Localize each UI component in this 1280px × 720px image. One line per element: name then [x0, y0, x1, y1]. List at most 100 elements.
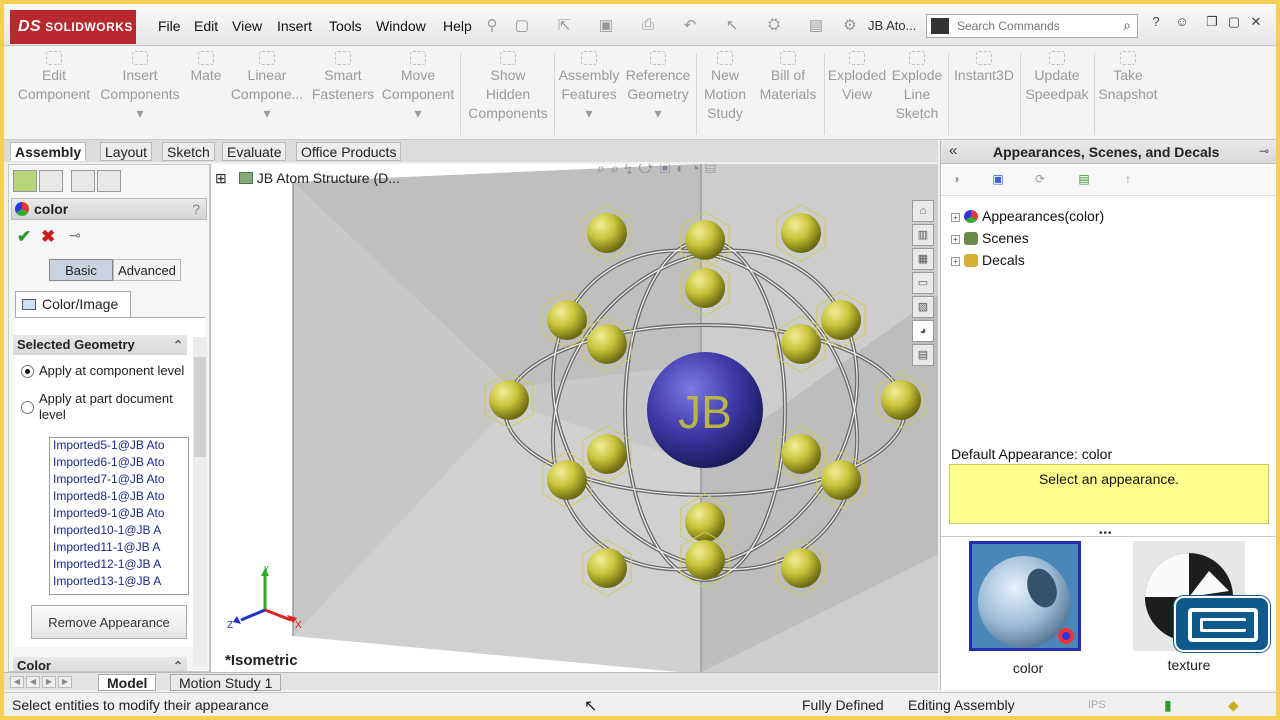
feature-tree-root[interactable]: ⊞ JB Atom Structure (D... [215, 170, 400, 187]
electron-sphere[interactable] [587, 213, 627, 253]
electron-sphere[interactable] [821, 460, 861, 500]
tree-item-decals[interactable]: + Decals [951, 252, 1025, 268]
menu-view[interactable]: View [232, 18, 262, 34]
electron-sphere[interactable] [587, 324, 627, 364]
quick-tips-icon[interactable]: ▮ [1164, 697, 1172, 714]
basic-mode-button[interactable]: Basic [49, 259, 113, 281]
scrollbar-thumb[interactable] [194, 357, 206, 457]
menu-insert[interactable]: Insert [277, 18, 312, 34]
open-folder-icon[interactable]: ▣ [989, 172, 1007, 188]
search-icon[interactable]: ⌕ [1123, 17, 1131, 34]
move-component-button[interactable]: Move Component ▾ [378, 51, 458, 123]
search-commands-field[interactable]: Search Commands ⌕ [926, 14, 1138, 38]
electron-sphere[interactable] [547, 300, 587, 340]
apply-part-level-radio[interactable] [21, 401, 34, 414]
geometry-list-item[interactable]: Imported11-1@JB A [50, 540, 188, 557]
view-palette-icon[interactable]: ▧ [912, 296, 934, 318]
menu-help[interactable]: Help [443, 18, 472, 34]
up-arrow-icon[interactable]: ↑ [1119, 172, 1137, 188]
atom-model-view[interactable]: JB [211, 164, 938, 672]
last-tab-arrow-icon[interactable]: ▶ [58, 676, 72, 688]
geometry-list-item[interactable]: Imported5-1@JB Ato [50, 438, 188, 455]
selected-geometry-header[interactable]: Selected Geometry ⌃ [13, 335, 187, 355]
swatch-color[interactable]: color [969, 541, 1081, 676]
geometry-list-item[interactable]: Imported8-1@JB Ato [50, 489, 188, 506]
menu-window[interactable]: Window [376, 18, 426, 34]
tab-model[interactable]: Model [98, 674, 157, 691]
expand-icon[interactable]: + [951, 257, 960, 266]
menu-tools[interactable]: Tools [329, 18, 362, 34]
tab-layout[interactable]: Layout [100, 142, 153, 161]
reference-geometry-button[interactable]: Reference Geometry ▾ [624, 51, 692, 123]
tab-motion-study[interactable]: Motion Study 1 [170, 674, 282, 691]
expand-icon[interactable]: + [951, 213, 960, 222]
bill-of-materials-button[interactable]: Bill of Materials [754, 51, 822, 104]
apply-component-level-radio[interactable] [21, 365, 34, 378]
edit-component-button[interactable]: Edit Component [14, 51, 94, 104]
print-icon[interactable]: ⎙ [638, 16, 658, 34]
expand-icon[interactable]: + [951, 235, 960, 244]
geometry-list-item[interactable]: Imported13-1@JB A [50, 574, 188, 591]
electron-sphere[interactable] [781, 434, 821, 474]
new-motion-study-button[interactable]: New Motion Study [700, 51, 750, 123]
electron-sphere[interactable] [685, 540, 725, 580]
smart-fasteners-button[interactable]: Smart Fasteners [308, 51, 378, 104]
geometry-list-item[interactable]: Imported7-1@JB Ato [50, 472, 188, 489]
selected-geometry-list[interactable]: Imported5-1@JB Ato Imported6-1@JB Ato Impo… [49, 437, 189, 595]
design-library-icon[interactable]: ▥ [912, 224, 934, 246]
electron-sphere[interactable] [587, 548, 627, 588]
electron-sphere[interactable] [587, 434, 627, 474]
first-tab-arrow-icon[interactable]: ◀ [10, 676, 24, 688]
tag-icon[interactable]: ◆ [1228, 697, 1239, 714]
mate-button[interactable]: Mate [184, 51, 228, 85]
solidworks-logo[interactable]: DS SOLIDWORKS [10, 10, 136, 44]
pushpin-icon[interactable]: ⊸ [1259, 144, 1269, 158]
menu-file[interactable]: File [158, 18, 181, 34]
electron-sphere[interactable] [685, 220, 725, 260]
geometry-list-item[interactable]: Imported9-1@JB Ato [50, 506, 188, 523]
help-icon[interactable]: ? [1148, 14, 1164, 30]
collapse-pane-icon[interactable]: « [949, 142, 957, 159]
appearances-tab-icon[interactable]: ◕ [912, 320, 934, 342]
folder-icon[interactable]: ▭ [912, 272, 934, 294]
electron-sphere[interactable] [781, 548, 821, 588]
pushpin-icon[interactable]: ⊸ [69, 227, 81, 244]
color-section-header[interactable]: Color ⌃ [13, 657, 187, 671]
take-snapshot-button[interactable]: Take Snapshot [1096, 51, 1160, 104]
electron-sphere[interactable] [881, 380, 921, 420]
rebuild-icon[interactable]: ⛭ [764, 16, 784, 34]
show-hidden-components-button[interactable]: Show Hidden Components [464, 51, 552, 123]
tab-assembly[interactable]: Assembly [10, 142, 87, 161]
linear-component-pattern-button[interactable]: Linear Compone... ▾ [228, 51, 306, 123]
property-manager-tab-icon[interactable] [39, 170, 63, 192]
tree-item-appearances[interactable]: + Appearances(color) [951, 208, 1104, 224]
add-file-icon[interactable]: ▤ [1075, 172, 1093, 188]
next-tab-arrow-icon[interactable]: ▶ [42, 676, 56, 688]
tree-item-scenes[interactable]: + Scenes [951, 230, 1029, 246]
collapse-chevron-icon[interactable]: ⌃ [173, 338, 183, 352]
user-icon[interactable]: ☺ [1174, 14, 1190, 30]
tab-color-image[interactable]: Color/Image [15, 291, 131, 317]
display-manager-tab-icon[interactable] [97, 170, 121, 192]
geometry-list-item[interactable]: Imported6-1@JB Ato [50, 455, 188, 472]
cancel-x-icon[interactable]: ✖ [41, 227, 55, 247]
undo-icon[interactable]: ↶ [680, 16, 700, 34]
electron-sphere[interactable] [781, 324, 821, 364]
electron-sphere[interactable] [685, 502, 725, 542]
custom-properties-icon[interactable]: ▤ [912, 344, 934, 366]
heads-up-view-toolbar[interactable]: ⌕⌕↯⟳▣◐◔▤ [597, 164, 722, 177]
tab-office-products[interactable]: Office Products [296, 142, 402, 161]
explode-line-sketch-button[interactable]: Explode Line Sketch [888, 51, 946, 123]
insert-components-button[interactable]: Insert Components ▾ [98, 51, 182, 123]
solidworks-resources-icon[interactable]: ⌂ [912, 200, 934, 222]
close-window-icon[interactable]: ✕ [1248, 14, 1264, 30]
electron-sphere[interactable] [821, 300, 861, 340]
units-label[interactable]: IPS [1088, 699, 1106, 711]
back-icon[interactable]: ◑ [947, 172, 965, 188]
tab-evaluate[interactable]: Evaluate [222, 142, 287, 161]
advanced-mode-button[interactable]: Advanced [113, 259, 181, 281]
menu-edit[interactable]: Edit [194, 18, 218, 34]
select-icon[interactable]: ↖ [722, 16, 742, 34]
geometry-list-item[interactable]: Imported12-1@JB A [50, 557, 188, 574]
ok-check-icon[interactable]: ✔ [17, 227, 31, 247]
